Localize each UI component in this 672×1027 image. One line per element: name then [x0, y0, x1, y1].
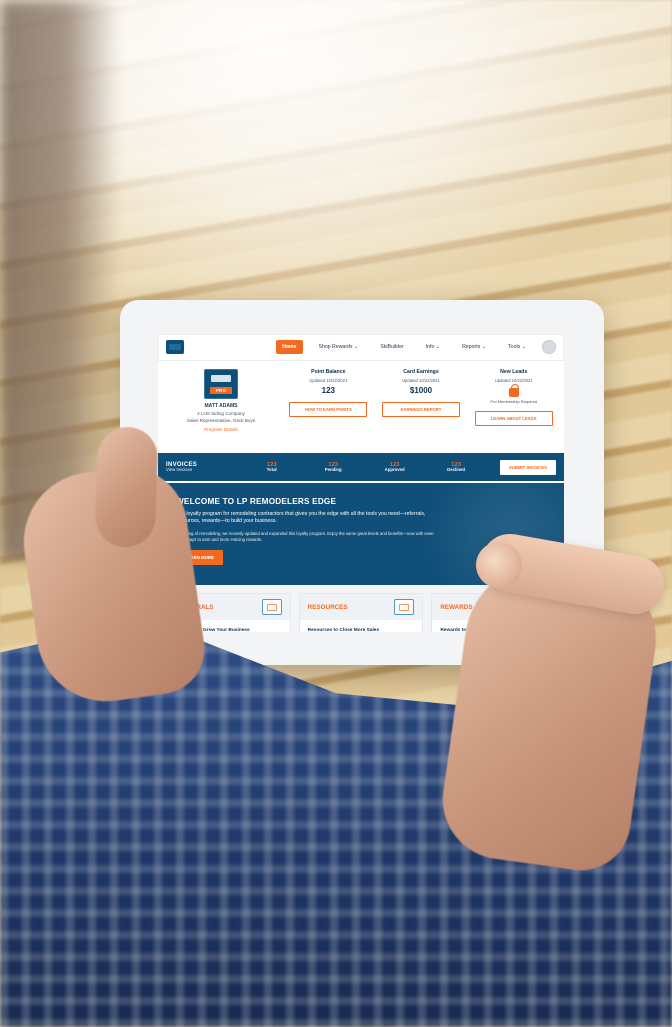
card-earnings-stat: Card Earnings Updated 10/22/2021 $1000 E… [379, 367, 464, 445]
nav-reports[interactable]: Reports ⌄ [456, 340, 492, 354]
new-leads-updated: Updated 10/22/2021 [494, 378, 533, 383]
people-icon [261, 599, 282, 615]
welcome-title: WELCOME TO LP REMODELERS EDGE [176, 497, 337, 506]
membership-badge: PRO [204, 369, 238, 399]
nav-shop-rewards[interactable]: Shop Rewards ⌄ [313, 340, 365, 354]
profile-line-1: 4 LHS Siding Company [197, 411, 245, 416]
top-navigation: Home Shop Rewards ⌄ SkiBuilder Info ⌄ Re… [158, 334, 564, 361]
resources-card[interactable]: RESOURCES Resources to Close More Sales [298, 593, 424, 632]
account-summary: PRO MATT ADAMS 4 LHS Siding Company Sale… [158, 361, 564, 451]
invoice-approved: 123 Approved [369, 462, 420, 473]
card-earnings-updated: Updated 10/22/2021 [402, 378, 440, 383]
profile-block: PRO MATT ADAMS 4 LHS Siding Company Sale… [166, 367, 276, 445]
badge-pro-label: PRO [210, 387, 232, 394]
profile-name: MATT ADAMS [204, 403, 238, 409]
nav-info[interactable]: Info ⌄ [420, 340, 446, 354]
invoice-total: 123 Total [246, 462, 297, 473]
view-invoices-link[interactable]: View Invoices [166, 467, 236, 473]
welcome-paragraph-1: The loyalty program for remodeling contr… [176, 511, 426, 524]
invoice-approved-label: Approved [384, 466, 405, 472]
left-thumb [94, 426, 159, 549]
lock-icon [508, 384, 519, 397]
welcome-paragraph-2: Speaking of remodeling, we recently upda… [176, 531, 434, 542]
invoices-bar: INVOICES View Invoices 123 Total 123 Pen… [158, 451, 564, 483]
user-avatar[interactable] [542, 340, 556, 354]
learn-about-leads-button[interactable]: LEARN ABOUT LEADS [474, 411, 553, 426]
resources-subtitle: Resources to Close More Sales [307, 628, 380, 632]
point-balance-value: 123 [321, 386, 336, 395]
point-balance-title: Point Balance [311, 369, 346, 375]
submit-invoices-button[interactable]: SUBMIT INVOICES [499, 459, 557, 475]
finger-tip [476, 542, 522, 588]
rewards-title: REWARDS [440, 603, 473, 611]
point-balance-stat: Point Balance Updated 10/22/2021 123 HOW… [286, 367, 371, 445]
edge-logo[interactable] [166, 340, 184, 354]
new-leads-stat: New Leads Updated 10/22/2021 Pro Members… [471, 367, 556, 445]
card-earnings-value: $1000 [409, 386, 433, 395]
resources-title: RESOURCES [307, 603, 348, 611]
pro-membership-required-note: Pro Membership Required [490, 399, 538, 404]
nav-home[interactable]: Home [276, 340, 303, 354]
resources-card-header: RESOURCES [299, 594, 423, 620]
invoice-declined-label: Declined [447, 466, 466, 472]
stats-row: Point Balance Updated 10/22/2021 123 HOW… [286, 367, 556, 445]
laptop-icon [394, 599, 415, 615]
badge-edge-mark [211, 375, 231, 382]
nav-tools[interactable]: Tools ⌄ [502, 340, 532, 354]
point-balance-updated: Updated 10/22/2021 [309, 378, 348, 383]
progress-details-link[interactable]: Progress Details [204, 427, 238, 432]
invoice-total-label: Total [266, 466, 277, 472]
invoice-pending-label: Pending [324, 466, 342, 472]
invoice-declined: 123 Declined [430, 462, 481, 473]
new-leads-title: New Leads [500, 369, 528, 375]
nav-skibuilder[interactable]: SkiBuilder [374, 340, 409, 354]
invoice-pending: 123 Pending [307, 462, 358, 473]
card-earnings-title: Card Earnings [403, 369, 439, 375]
invoices-heading: INVOICES View Invoices [166, 462, 236, 473]
earnings-report-button[interactable]: EARNINGS REPORT [382, 402, 460, 417]
how-to-earn-points-button[interactable]: HOW TO EARN POINTS [289, 402, 368, 417]
profile-line-2: Sales Representative, Deck Buys [186, 418, 256, 423]
